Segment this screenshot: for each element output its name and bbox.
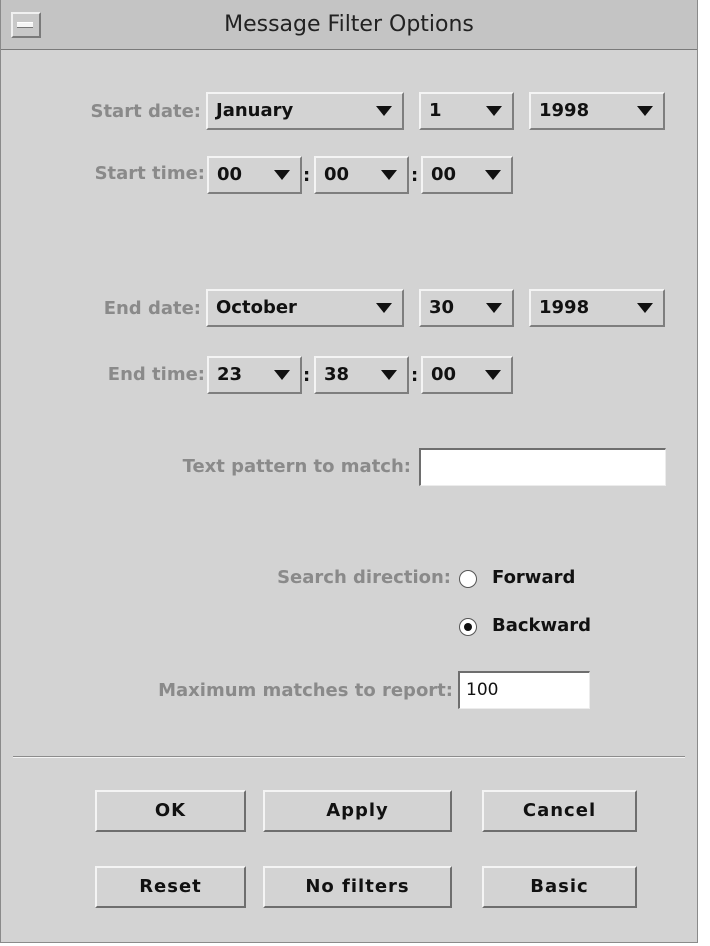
end-year-select[interactable]: 1998 (529, 289, 665, 327)
window-title: Message Filter Options (224, 12, 474, 37)
time-separator: : (411, 165, 419, 186)
ok-button[interactable]: OK (95, 790, 246, 832)
chevron-down-icon (485, 170, 501, 180)
time-separator: : (411, 365, 419, 386)
chevron-down-icon (376, 303, 392, 313)
end-time-label: End time: (107, 364, 205, 385)
end-month-select[interactable]: October (206, 289, 404, 327)
start-month-select[interactable]: January (206, 92, 404, 130)
time-separator: : (303, 165, 311, 186)
start-hour-value: 00 (217, 164, 243, 185)
end-second-value: 00 (431, 364, 457, 385)
start-day-value: 1 (429, 100, 442, 121)
chevron-down-icon (274, 370, 290, 380)
start-second-value: 00 (431, 164, 457, 185)
chevron-down-icon (376, 106, 392, 116)
end-year-value: 1998 (539, 297, 590, 318)
forward-radio[interactable] (459, 570, 477, 588)
apply-button[interactable]: Apply (263, 790, 452, 832)
chevron-down-icon (637, 106, 653, 116)
end-day-value: 30 (429, 297, 455, 318)
backward-radio[interactable] (459, 618, 477, 636)
start-date-label: Start date: (90, 101, 201, 122)
text-pattern-input[interactable] (419, 448, 666, 486)
start-hour-select[interactable]: 00 (207, 156, 302, 194)
max-matches-input[interactable]: 100 (458, 671, 590, 709)
end-hour-select[interactable]: 23 (207, 356, 302, 394)
end-month-value: October (216, 297, 297, 318)
chevron-down-icon (485, 370, 501, 380)
chevron-down-icon (381, 370, 397, 380)
max-matches-label: Maximum matches to report: (158, 680, 453, 701)
start-day-select[interactable]: 1 (419, 92, 514, 130)
chevron-down-icon (381, 170, 397, 180)
chevron-down-icon (486, 106, 502, 116)
time-separator: : (303, 365, 311, 386)
basic-button[interactable]: Basic (482, 866, 637, 908)
end-minute-select[interactable]: 38 (314, 356, 409, 394)
text-pattern-label: Text pattern to match: (182, 456, 411, 477)
start-month-value: January (216, 100, 294, 121)
message-filter-dialog: Message Filter Options Start date: Janua… (0, 0, 698, 943)
chevron-down-icon (637, 303, 653, 313)
start-year-select[interactable]: 1998 (529, 92, 665, 130)
window-menu-icon (17, 22, 33, 28)
radio-selected-dot (464, 623, 472, 631)
end-date-label: End date: (103, 298, 201, 319)
chevron-down-icon (274, 170, 290, 180)
backward-radio-label[interactable]: Backward (492, 615, 591, 636)
window-menu-button[interactable] (11, 12, 41, 38)
end-day-select[interactable]: 30 (419, 289, 514, 327)
max-matches-value: 100 (466, 680, 499, 700)
reset-button[interactable]: Reset (95, 866, 246, 908)
forward-radio-label[interactable]: Forward (492, 567, 575, 588)
start-minute-select[interactable]: 00 (314, 156, 409, 194)
start-minute-value: 00 (324, 164, 350, 185)
end-second-select[interactable]: 00 (421, 356, 513, 394)
end-hour-value: 23 (217, 364, 243, 385)
start-time-label: Start time: (94, 163, 205, 184)
start-year-value: 1998 (539, 100, 590, 121)
chevron-down-icon (486, 303, 502, 313)
start-second-select[interactable]: 00 (421, 156, 513, 194)
title-bar[interactable]: Message Filter Options (1, 0, 697, 50)
no-filters-button[interactable]: No filters (263, 866, 452, 908)
end-minute-value: 38 (324, 364, 350, 385)
search-direction-label: Search direction: (277, 567, 451, 588)
cancel-button[interactable]: Cancel (482, 790, 637, 832)
separator (13, 756, 685, 758)
